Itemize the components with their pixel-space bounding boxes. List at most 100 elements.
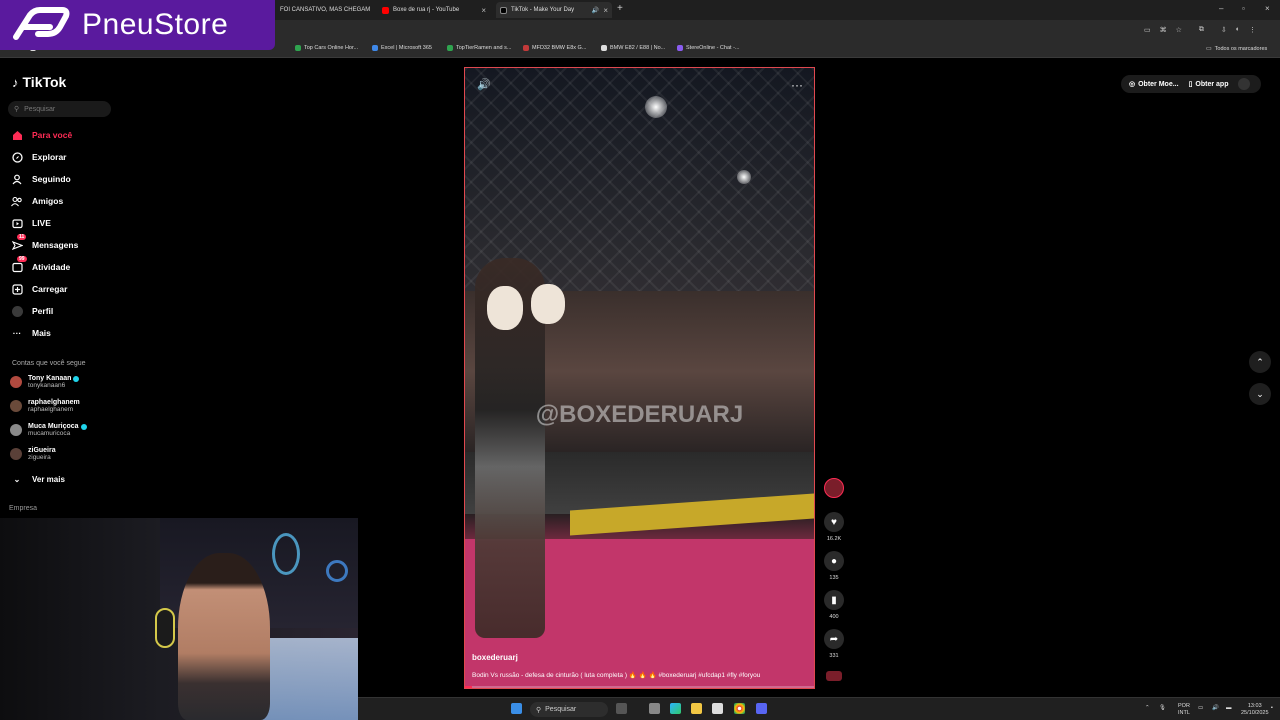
windows-start-icon[interactable] bbox=[511, 703, 522, 714]
network-icon[interactable]: ▭ bbox=[1198, 705, 1203, 712]
close-icon[interactable]: × bbox=[603, 6, 608, 15]
phone-icon: ▯ bbox=[1188, 81, 1193, 88]
bookmark-label: TopTierRamen and s... bbox=[456, 45, 512, 51]
store-icon[interactable] bbox=[712, 703, 723, 714]
close-icon[interactable]: × bbox=[481, 6, 486, 15]
avatar bbox=[10, 448, 22, 460]
taskbar-search[interactable]: ⚲ Pesquisar bbox=[530, 702, 608, 717]
extensions-icon[interactable]: ⧉ bbox=[1199, 26, 1204, 34]
save-action[interactable]: ▮ 400 bbox=[823, 590, 845, 620]
close-window-icon[interactable]: × bbox=[1265, 4, 1270, 13]
music-disc-icon[interactable] bbox=[826, 671, 842, 681]
see-more-button[interactable]: ⌄ Ver mais bbox=[11, 473, 65, 485]
video-progress-bar[interactable] bbox=[465, 686, 814, 688]
nav-label: LIVE bbox=[32, 218, 51, 228]
account-item[interactable]: Tony Kanaan tonykanaan6 bbox=[10, 375, 80, 389]
search-input[interactable]: ⚲ Pesquisar bbox=[8, 101, 111, 117]
nav-live[interactable]: LIVE bbox=[11, 217, 51, 229]
youtube-icon bbox=[382, 6, 389, 14]
nav-mensagens[interactable]: 11 Mensagens bbox=[11, 234, 78, 251]
tiktok-brand[interactable]: ♪ TikTok bbox=[12, 74, 66, 90]
bookmark-icon[interactable]: ▮ bbox=[824, 590, 844, 610]
clock-time: 13:03 bbox=[1247, 703, 1262, 709]
nav-para-voce[interactable]: Para você bbox=[11, 129, 72, 141]
audio-icon: 🔊 bbox=[591, 7, 600, 14]
nav-atividade[interactable]: 99 Atividade bbox=[11, 256, 70, 273]
discord-icon[interactable] bbox=[756, 703, 767, 714]
streamer bbox=[178, 553, 270, 720]
cast-icon[interactable]: ▭ bbox=[1144, 26, 1151, 34]
volume-icon[interactable]: 🔊 bbox=[477, 78, 491, 91]
language-indicator[interactable]: POR INTL bbox=[1178, 703, 1190, 717]
bookmark-item[interactable]: Top Cars Online Hor... bbox=[295, 45, 358, 51]
webcam-overlay bbox=[0, 518, 358, 720]
user-avatar[interactable] bbox=[1238, 78, 1251, 90]
menu-icon[interactable]: ⋮ bbox=[1249, 26, 1256, 34]
avatar bbox=[10, 376, 22, 388]
nav-amigos[interactable]: Amigos bbox=[11, 195, 63, 207]
new-tab-icon[interactable]: + bbox=[617, 3, 623, 14]
creator-avatar[interactable] bbox=[824, 478, 844, 498]
previous-video-button[interactable]: ⌃ bbox=[1249, 351, 1271, 373]
clock[interactable]: 13:03 25/10/2025 bbox=[1241, 703, 1269, 717]
bookmark-item[interactable]: StereOnline - Chat -... bbox=[677, 45, 740, 51]
live-icon bbox=[11, 217, 23, 229]
notifications-icon[interactable]: ▪ bbox=[1271, 705, 1273, 712]
video-player[interactable]: @BOXEDERUARJ 🔊 ··· boxederuarj Bodin Vs … bbox=[464, 67, 815, 689]
file-explorer-icon[interactable] bbox=[691, 703, 702, 714]
restore-icon[interactable]: ▫ bbox=[1242, 4, 1245, 13]
download-icon[interactable]: ⇩ bbox=[1221, 26, 1227, 34]
battery-icon[interactable]: ▬ bbox=[1226, 705, 1232, 712]
windows-taskbar: ⚲ Pesquisar ⌃ 🎙 POR INTL ▭ 🔊 ▬ 13:03 25/… bbox=[358, 697, 1280, 720]
boxing-glove bbox=[531, 284, 565, 324]
more-options-icon[interactable]: ··· bbox=[791, 78, 803, 92]
edge-icon[interactable] bbox=[670, 703, 681, 714]
account-item[interactable]: Muca Muriçoca mucamuricoca bbox=[10, 423, 87, 437]
tab-2[interactable]: Boxe de rua rj - YouTube × bbox=[378, 2, 490, 18]
bookmark-item[interactable]: Excel | Microsoft 365 bbox=[372, 45, 432, 51]
like-action[interactable]: ♥ 16.2K bbox=[823, 512, 845, 542]
nav-label: Para você bbox=[32, 130, 73, 140]
profile-avatar-icon[interactable]: ◐ bbox=[1236, 26, 1240, 34]
all-bookmarks[interactable]: ▭ Todos os marcadores bbox=[1206, 45, 1267, 53]
nav-seguindo[interactable]: Seguindo bbox=[11, 173, 71, 185]
tab-3-active[interactable]: TikTok - Make Your Day 🔊 × bbox=[496, 2, 612, 18]
folder-icon: ▭ bbox=[1206, 46, 1212, 52]
comment-action[interactable]: ● 135 bbox=[823, 551, 845, 581]
share-action[interactable]: ➦ 331 bbox=[823, 629, 845, 659]
chrome-icon[interactable] bbox=[734, 703, 745, 714]
bookmark-icon bbox=[601, 45, 607, 51]
widget-icon[interactable] bbox=[616, 703, 627, 714]
heart-icon[interactable]: ♥ bbox=[824, 512, 844, 532]
chevron-down-icon: ⌄ bbox=[1256, 388, 1264, 399]
language-top: POR bbox=[1178, 703, 1190, 709]
bookmark-item[interactable]: BMW E82 / E88 | No... bbox=[601, 45, 665, 51]
nav-label: Perfil bbox=[32, 306, 54, 316]
compass-icon bbox=[11, 151, 23, 163]
star-icon[interactable]: ☆ bbox=[1176, 26, 1182, 34]
nav-perfil[interactable]: Perfil bbox=[11, 305, 53, 317]
account-item[interactable]: ziGueira zigueira bbox=[10, 447, 56, 461]
minimize-icon[interactable]: – bbox=[1219, 4, 1223, 13]
nav-carregar[interactable]: Carregar bbox=[11, 283, 67, 295]
nav-explorar[interactable]: Explorar bbox=[11, 151, 67, 163]
task-view-icon[interactable] bbox=[649, 703, 660, 714]
bookmark-label: MFD32 BMW E8x G... bbox=[532, 45, 587, 51]
mic-icon[interactable]: 🎙 bbox=[1159, 705, 1166, 712]
get-coins-button[interactable]: ◎ Obter Moe... bbox=[1129, 80, 1179, 89]
comment-icon[interactable]: ● bbox=[824, 551, 844, 571]
tray-chevron-icon[interactable]: ⌃ bbox=[1145, 705, 1150, 712]
get-app-button[interactable]: ▯ Obter app bbox=[1188, 80, 1229, 89]
bookmark-item[interactable]: TopTierRamen and s... bbox=[447, 45, 511, 51]
next-video-button[interactable]: ⌄ bbox=[1249, 383, 1271, 405]
volume-icon[interactable]: 🔊 bbox=[1212, 705, 1219, 712]
bookmark-item[interactable]: MFD32 BMW E8x G... bbox=[523, 45, 586, 51]
video-username[interactable]: boxederuarj bbox=[472, 653, 518, 662]
share-icon[interactable]: ➦ bbox=[824, 629, 844, 649]
account-item[interactable]: raphaelghanem raphaelghanem bbox=[10, 399, 80, 413]
nav-mais[interactable]: ··· Mais bbox=[11, 327, 51, 339]
account-handle: zigueira bbox=[28, 454, 51, 461]
tab-1[interactable]: FOI CANSATIVO, MAS CHEGAM × bbox=[276, 2, 372, 18]
bookmark-icon bbox=[447, 45, 453, 51]
translate-icon[interactable]: ⌘ bbox=[1160, 26, 1167, 34]
